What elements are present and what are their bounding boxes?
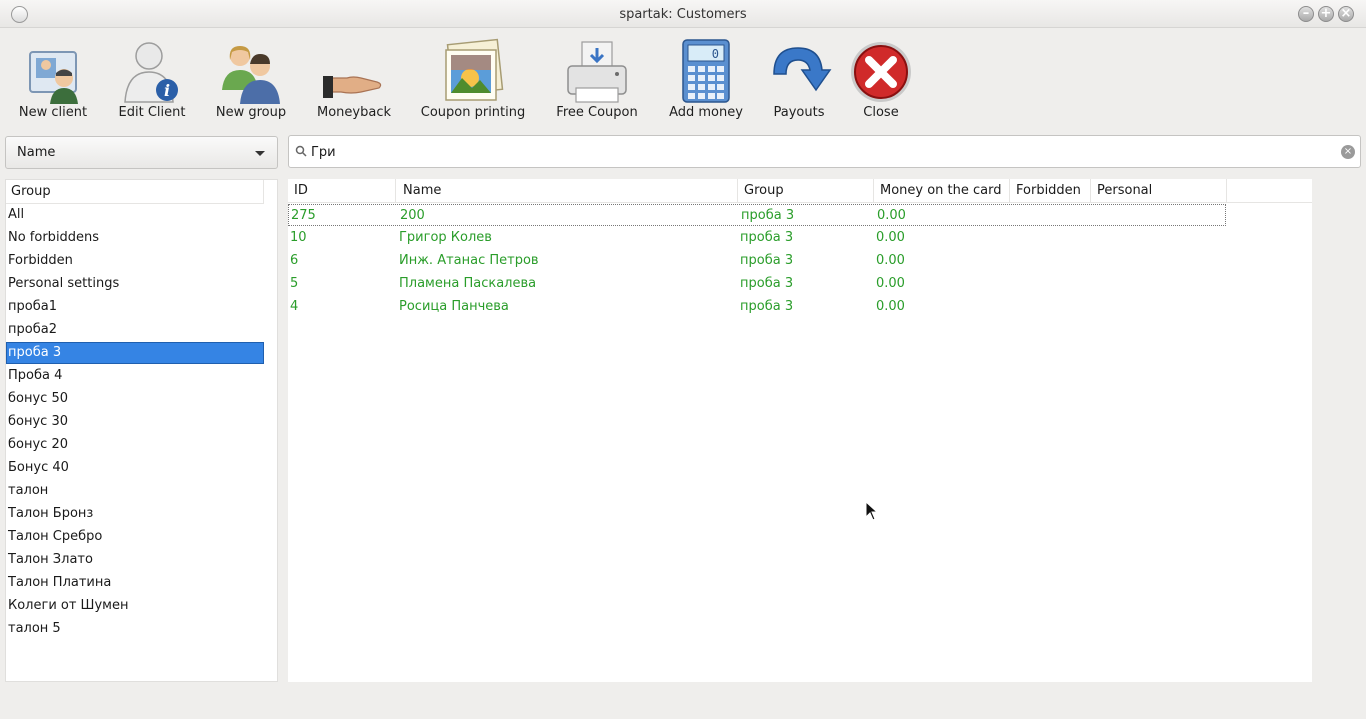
payouts-button[interactable]: Payouts: [766, 32, 832, 126]
add-money-icon: 0: [682, 39, 730, 103]
table-row[interactable]: 275 200 проба 3 0.00: [288, 204, 1226, 226]
group-list-item[interactable]: Талон Сребро: [6, 526, 264, 548]
group-list-item[interactable]: Талон Бронз: [6, 503, 264, 525]
add-money-button[interactable]: 0 Add money: [664, 32, 748, 126]
group-column-header[interactable]: Group: [6, 180, 264, 204]
search-field-select[interactable]: Name: [5, 136, 278, 169]
svg-text:0: 0: [712, 47, 719, 61]
payouts-label: Payouts: [773, 105, 825, 120]
group-list-item[interactable]: бонус 50: [6, 388, 264, 410]
toolbar: New client i Edit Client New group Money…: [0, 28, 1366, 128]
chevron-down-icon: [255, 151, 265, 156]
customers-table: ID Name Group Money on the card Forbidde…: [288, 179, 1312, 682]
search-field-value: Name: [17, 145, 56, 160]
free-coupon-icon: [567, 41, 627, 103]
table-cell: 4: [290, 299, 299, 314]
mouse-cursor-icon: [865, 501, 879, 521]
group-list-item[interactable]: Personal settings: [6, 273, 264, 295]
edit-client-button[interactable]: i Edit Client: [114, 32, 190, 126]
table-cell: 10: [290, 230, 307, 245]
group-list-item[interactable]: талон 5: [6, 618, 264, 640]
new-client-label: New client: [18, 105, 88, 120]
group-list-item[interactable]: талон: [6, 480, 264, 502]
moneyback-label: Moneyback: [317, 105, 391, 120]
group-list-item[interactable]: Проба 4: [6, 365, 264, 387]
table-row[interactable]: 10 Григор Колев проба 3 0.00: [288, 227, 1226, 249]
new-group-button[interactable]: New group: [212, 32, 290, 126]
free-coupon-button[interactable]: Free Coupon: [552, 32, 642, 126]
close-icon: [851, 42, 911, 102]
group-list: Group All No forbiddens Forbidden Personal …: [5, 179, 278, 682]
coupon-printing-button[interactable]: Coupon printing: [420, 32, 526, 126]
table-cell: 200: [400, 208, 425, 223]
column-header-group[interactable]: Group: [738, 179, 874, 203]
table-cell: 0.00: [876, 299, 905, 314]
table-cell: 0.00: [877, 208, 906, 223]
maximize-button[interactable]: +: [1318, 6, 1334, 22]
group-list-item[interactable]: проба2: [6, 319, 264, 341]
column-header-id[interactable]: ID: [288, 179, 396, 203]
coupon-printing-icon: [445, 38, 504, 101]
group-list-item[interactable]: Forbidden: [6, 250, 264, 272]
new-client-button[interactable]: New client: [14, 32, 92, 126]
table-row[interactable]: 4 Росица Панчева проба 3 0.00: [288, 296, 1226, 318]
group-list-item[interactable]: No forbiddens: [6, 227, 264, 249]
table-cell: Григор Колев: [399, 230, 492, 245]
window-title: spartak: Customers: [619, 7, 747, 22]
group-list-item[interactable]: бонус 20: [6, 434, 264, 456]
group-list-item[interactable]: Колеги от Шумен: [6, 595, 264, 617]
coupon-printing-label: Coupon printing: [420, 105, 526, 120]
table-cell: проба 3: [740, 299, 794, 314]
table-cell: 0.00: [876, 276, 905, 291]
search-input[interactable]: [311, 141, 1321, 163]
table-cell: 275: [291, 208, 316, 223]
column-header-money[interactable]: Money on the card: [874, 179, 1010, 203]
column-header-personal[interactable]: Personal: [1091, 179, 1227, 203]
edit-client-icon: i: [124, 42, 178, 103]
new-group-icon: [222, 46, 280, 104]
moneyback-icon: [323, 76, 382, 98]
free-coupon-label: Free Coupon: [556, 105, 638, 120]
minimize-button[interactable]: –: [1298, 6, 1314, 22]
table-cell: проба 3: [741, 208, 795, 223]
search-box[interactable]: ×: [288, 135, 1361, 168]
svg-text:i: i: [164, 81, 170, 100]
close-label: Close: [863, 105, 899, 120]
group-list-item[interactable]: Талон Злато: [6, 549, 264, 571]
new-client-icon: [29, 51, 78, 104]
moneyback-button[interactable]: Moneyback: [312, 32, 396, 126]
table-cell: проба 3: [740, 276, 794, 291]
table-cell: Инж. Атанас Петров: [399, 253, 539, 268]
table-cell: проба 3: [740, 253, 794, 268]
table-cell: 5: [290, 276, 299, 291]
table-cell: 0.00: [876, 253, 905, 268]
group-list-item[interactable]: бонус 30: [6, 411, 264, 433]
search-icon: [295, 145, 307, 157]
add-money-label: Add money: [669, 105, 743, 120]
table-cell: Росица Панчева: [399, 299, 509, 314]
group-list-item[interactable]: проба 3: [6, 342, 264, 364]
table-cell: проба 3: [740, 230, 794, 245]
table-row[interactable]: 5 Пламена Паскалева проба 3 0.00: [288, 273, 1226, 295]
table-cell: Пламена Паскалева: [399, 276, 537, 291]
window-close-button[interactable]: ×: [1338, 6, 1354, 22]
group-list-item[interactable]: проба1: [6, 296, 264, 318]
clear-search-icon[interactable]: ×: [1341, 145, 1355, 159]
table-cell: 6: [290, 253, 299, 268]
payouts-icon: [773, 47, 832, 92]
new-group-label: New group: [215, 105, 287, 120]
table-cell: 0.00: [876, 230, 905, 245]
column-header-name[interactable]: Name: [397, 179, 738, 203]
group-list-item[interactable]: All: [6, 204, 264, 226]
group-list-item[interactable]: Талон Платина: [6, 572, 264, 594]
group-list-item[interactable]: Бонус 40: [6, 457, 264, 479]
column-header-forbidden[interactable]: Forbidden: [1010, 179, 1091, 203]
close-button[interactable]: Close: [848, 32, 914, 126]
table-row[interactable]: 6 Инж. Атанас Петров проба 3 0.00: [288, 250, 1226, 272]
title-bar: spartak: Customers – + ×: [0, 0, 1366, 28]
edit-client-label: Edit Client: [118, 105, 186, 120]
